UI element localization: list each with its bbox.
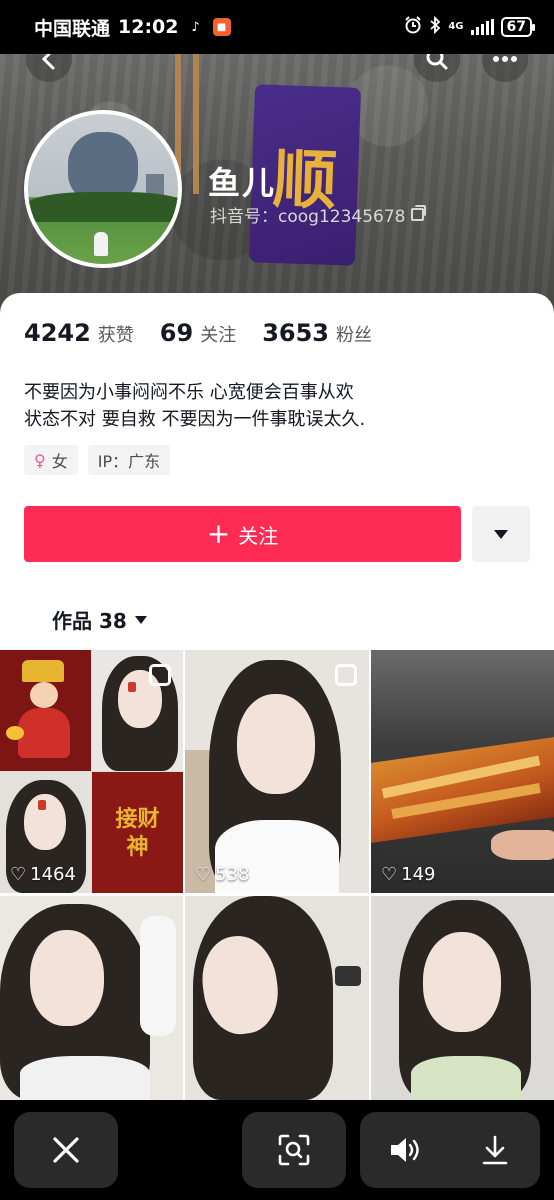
- tab-works[interactable]: 作品 38: [52, 605, 147, 634]
- collection-icon: [149, 664, 171, 686]
- works-tab-label: 作品 38: [52, 609, 127, 633]
- sticker-text: 接财神: [115, 805, 160, 860]
- download-icon: [482, 1135, 508, 1165]
- battery-level: 67: [500, 17, 536, 37]
- copy-icon[interactable]: [411, 205, 427, 221]
- like-count: ♡ 149: [381, 864, 436, 885]
- bio-line: 状态不对 要自救 不要因为一件事耽误太久.: [24, 409, 366, 430]
- signal-icon: [470, 19, 494, 35]
- stat-followers[interactable]: 3653 粉丝: [262, 319, 372, 347]
- like-count-value: 538: [215, 864, 250, 885]
- collection-icon: [335, 664, 357, 686]
- avatar-trees: [28, 192, 178, 222]
- tile-collage-deity: [0, 650, 91, 771]
- stat-value: 4242: [24, 319, 91, 347]
- clock: 12:02: [118, 16, 179, 38]
- status-left: 中国联通 12:02 ♪ ■: [34, 14, 231, 41]
- heart-icon: ♡: [195, 864, 212, 885]
- avatar[interactable]: [24, 110, 182, 268]
- video-tile[interactable]: ♡ 538: [185, 650, 369, 893]
- video-tile[interactable]: [0, 896, 183, 1100]
- stat-label: 粉丝: [336, 325, 372, 346]
- media-controls: [360, 1112, 540, 1188]
- stat-likes[interactable]: 4242 获赞: [24, 319, 134, 347]
- close-icon: [53, 1137, 79, 1163]
- tiktok-notification-icon: ♪: [191, 19, 200, 35]
- caret-down-icon: [134, 615, 147, 624]
- like-count: ♡ 1464: [10, 864, 76, 885]
- scan-icon: [278, 1134, 310, 1166]
- volume-button[interactable]: [360, 1112, 450, 1188]
- gender-label: 女: [51, 452, 68, 471]
- screen: 中国联通 12:02 ♪ ■ 4G 67 顺 鱼儿 抖音号：coog123456…: [0, 0, 554, 1200]
- video-grid: 接财神 ♡ 1464 ♡ 538 ♡ 149: [0, 650, 554, 1100]
- bluetooth-icon: [429, 15, 441, 38]
- heart-icon: ♡: [381, 864, 398, 885]
- status-bar: 中国联通 12:02 ♪ ■ 4G 67: [0, 0, 554, 54]
- stat-value: 69: [159, 319, 194, 347]
- douyin-id: 抖音号：coog12345678: [210, 207, 406, 227]
- follow-label: 关注: [238, 523, 279, 548]
- stats-row: 4242 获赞 69 关注 3653 粉丝: [24, 319, 398, 347]
- close-button[interactable]: [14, 1112, 118, 1188]
- recommend-dropdown-button[interactable]: [472, 506, 530, 562]
- stat-following[interactable]: 69 关注: [160, 319, 236, 347]
- plus-icon: +: [206, 517, 231, 550]
- like-count-value: 1464: [30, 864, 76, 885]
- video-tile[interactable]: [371, 896, 554, 1100]
- network-type: 4G: [448, 21, 464, 32]
- video-tile[interactable]: ♡ 149: [371, 650, 554, 893]
- like-count-value: 149: [401, 864, 436, 885]
- douyin-id-row[interactable]: 抖音号：coog12345678: [210, 202, 427, 227]
- caret-down-icon: [494, 529, 508, 539]
- status-right: 4G 67: [404, 15, 536, 38]
- tile-collage-sticker: 接财神: [92, 772, 183, 893]
- follow-button[interactable]: + 关注: [24, 506, 461, 562]
- volume-icon: [391, 1138, 419, 1162]
- gender-tag: ♀ 女: [24, 445, 78, 475]
- bottom-toolbar: [0, 1100, 554, 1200]
- like-count: ♡ 538: [195, 864, 250, 885]
- heart-icon: ♡: [10, 864, 27, 885]
- profile-tags: ♀ 女 IP：广东: [24, 445, 171, 475]
- female-icon: ♀: [34, 450, 46, 470]
- ip-label: IP：广东: [97, 452, 161, 471]
- ip-tag: IP：广东: [87, 445, 171, 475]
- profile-panel: 4242 获赞 69 关注 3653 粉丝 不要因为小事闷闷不乐 心宽便会百事从…: [0, 293, 554, 650]
- stat-label: 关注: [200, 325, 237, 346]
- avatar-person: [94, 232, 108, 256]
- stat-label: 获赞: [97, 325, 134, 346]
- app-notification-icon: ■: [212, 18, 231, 36]
- download-button[interactable]: [450, 1112, 540, 1188]
- bio: 不要因为小事闷闷不乐 心宽便会百事从欢 状态不对 要自救 不要因为一件事耽误太久…: [24, 379, 365, 433]
- stat-value: 3653: [262, 319, 329, 347]
- nickname: 鱼儿: [208, 164, 277, 202]
- video-tile[interactable]: 接财神 ♡ 1464: [0, 650, 183, 893]
- more-dots-icon: [493, 56, 517, 62]
- scan-button[interactable]: [242, 1112, 346, 1188]
- bio-line: 不要因为小事闷闷不乐 心宽便会百事从欢: [24, 382, 354, 403]
- alarm-icon: [404, 16, 422, 38]
- carrier-name: 中国联通: [34, 17, 111, 40]
- video-tile[interactable]: [185, 896, 369, 1100]
